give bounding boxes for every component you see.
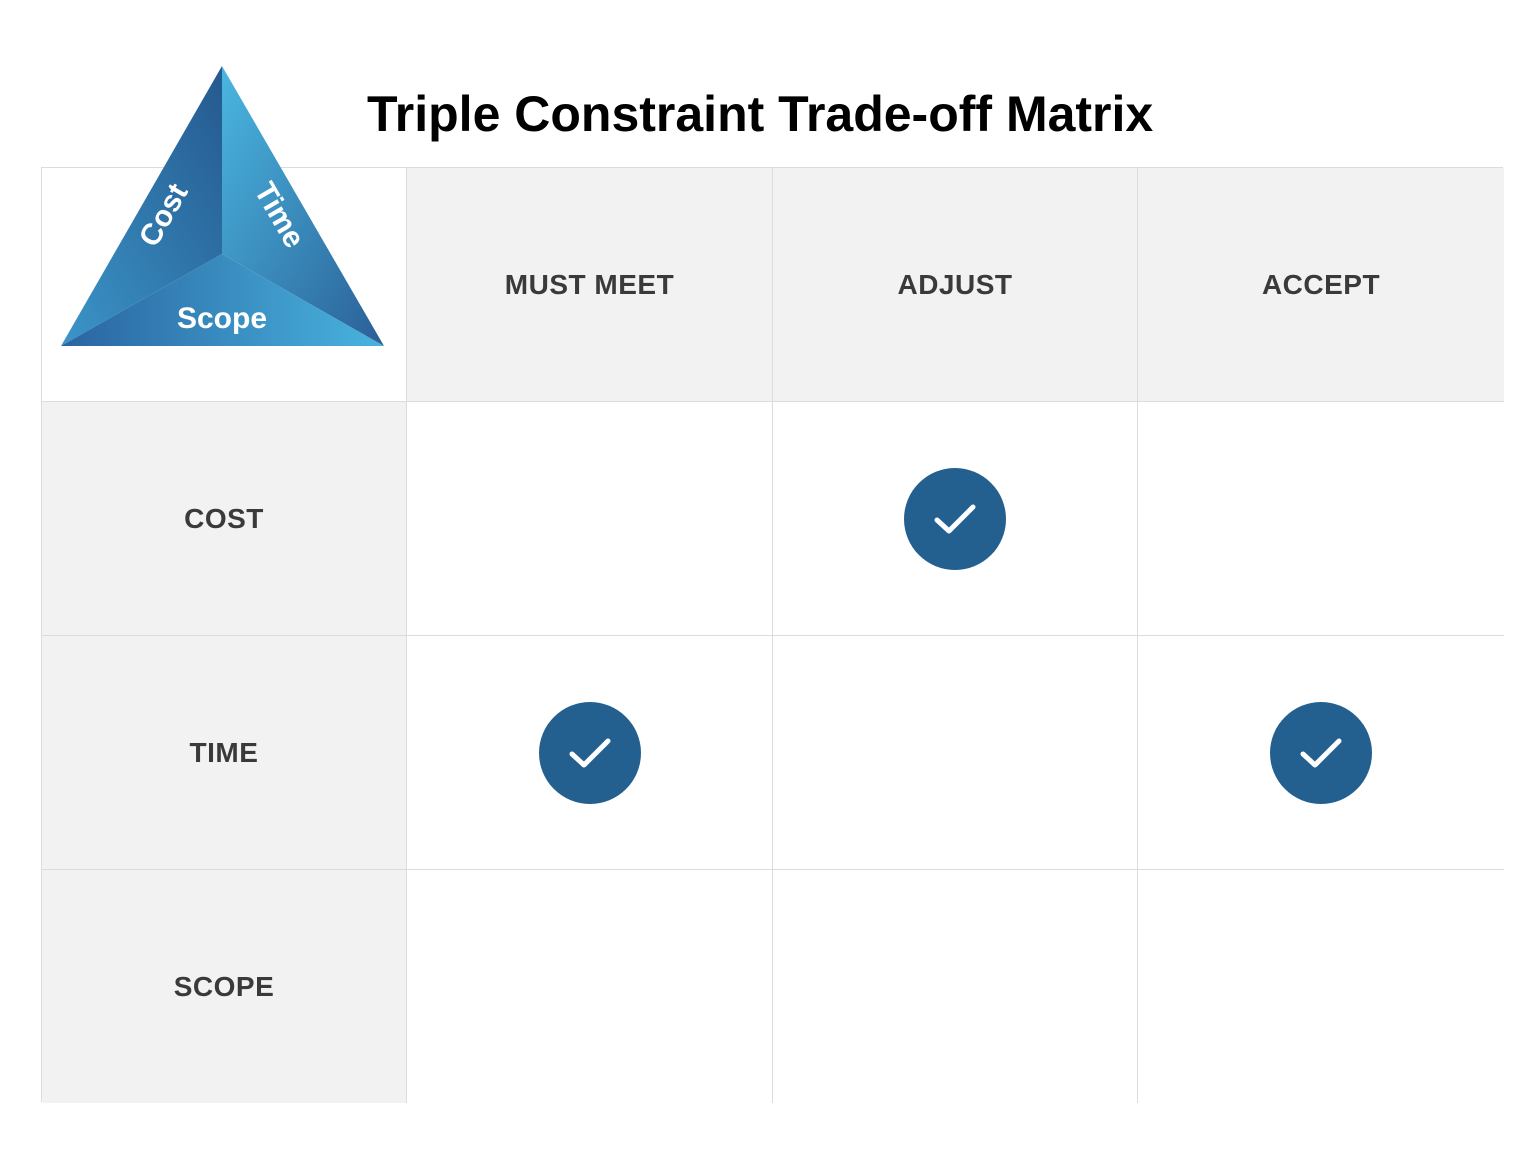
matrix-cell	[773, 870, 1138, 1103]
row-header-label: SCOPE	[173, 970, 275, 1002]
column-header-label: MUST MEET	[504, 268, 675, 300]
page-title: Triple Constraint Trade-off Matrix	[367, 86, 1154, 142]
matrix-cell	[1138, 870, 1504, 1103]
matrix-cell	[1138, 636, 1504, 870]
triple-constraint-triangle: Cost Time Scope	[61, 66, 384, 346]
column-header-label: ADJUST	[897, 268, 1013, 300]
matrix-cell	[407, 402, 773, 636]
check-circle	[904, 467, 1006, 570]
matrix-cell	[407, 636, 773, 870]
row-header-cost: COST	[42, 402, 407, 636]
row-header-label: COST	[184, 502, 264, 534]
triangle-label-scope: Scope	[177, 302, 267, 335]
matrix-cell	[407, 870, 773, 1103]
page: Triple Constraint Trade-off Matrix MUST …	[0, 0, 1536, 1152]
column-header-label: ACCEPT	[1261, 268, 1381, 300]
matrix-cell	[773, 402, 1138, 636]
check-icon	[569, 738, 610, 767]
row-header-time: TIME	[42, 636, 407, 870]
row-header-label: TIME	[189, 736, 259, 768]
check-circle	[1270, 701, 1372, 804]
row-header-scope: SCOPE	[42, 870, 407, 1103]
column-header-accept: ACCEPT	[1138, 168, 1504, 402]
check-icon	[934, 504, 976, 533]
check-circle	[538, 701, 641, 804]
matrix-cell	[1138, 402, 1504, 636]
column-header-must-meet: MUST MEET	[407, 168, 773, 402]
matrix-cell	[773, 636, 1138, 870]
check-icon	[1300, 738, 1342, 767]
column-header-adjust: ADJUST	[773, 168, 1138, 402]
